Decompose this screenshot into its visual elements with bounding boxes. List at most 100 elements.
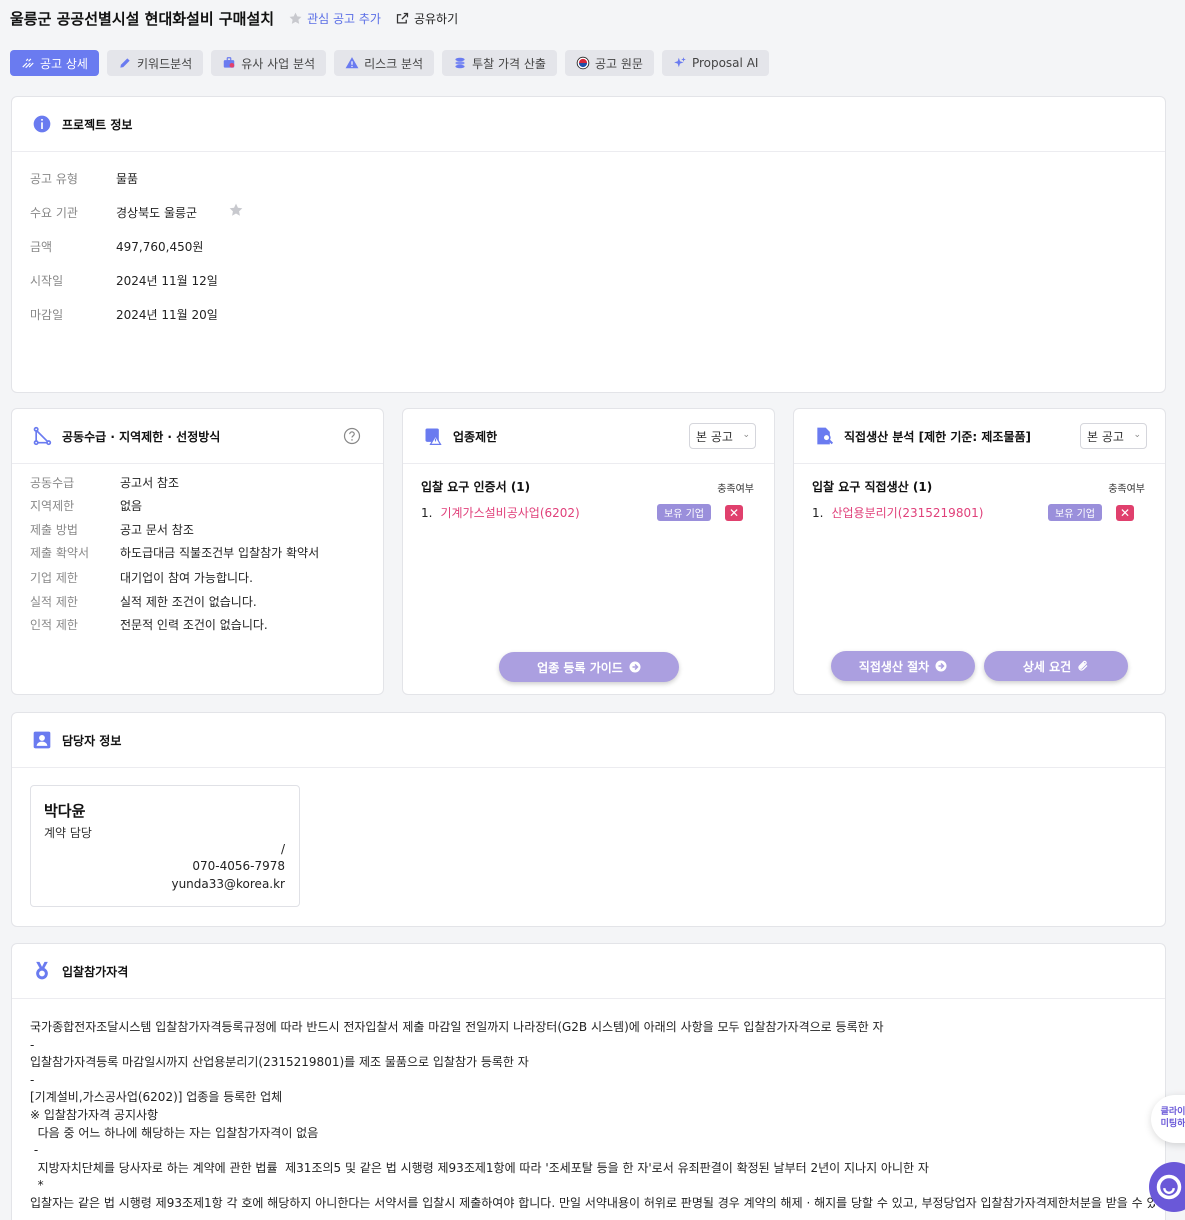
list-item[interactable]: 1. 기계가스설비공사업(6202) <box>421 504 580 521</box>
card-title: 입찰참가자격 <box>62 964 129 979</box>
row-key: 시작일 <box>30 274 64 288</box>
tab-label: Proposal AI <box>691 56 759 70</box>
coins-icon <box>455 57 465 69</box>
card-title: 직접생산 분석 [제한 기준: 제조물품] <box>844 429 1032 444</box>
tab-proposal-ai[interactable]: Proposal AI <box>661 50 770 76</box>
card-title: 담당자 정보 <box>62 733 122 748</box>
briefcase-icon <box>223 57 235 68</box>
arrow-right-circle-icon <box>629 661 641 673</box>
text-line: - <box>30 1037 35 1052</box>
status-badge: 보유 기업 <box>1048 504 1102 521</box>
text-line: 입찰참가자격등록 마감일시까지 산업용분리기(2315219801)를 제조 물… <box>30 1055 529 1070</box>
row-value: 2024년 11월 12일 <box>116 274 218 288</box>
row-value: 실적 제한 조건이 없습니다. <box>120 595 257 609</box>
card-header: 업종제한 본 공고 ⌄ <box>403 409 774 464</box>
detail-requirements-button[interactable]: 상세 요건 <box>984 651 1128 681</box>
direct-production-card: 직접생산 분석 [제한 기준: 제조물품] 본 공고 ⌄ 입찰 요구 직접생산 … <box>793 408 1166 695</box>
close-icon[interactable]: ✕ <box>725 505 743 521</box>
tab-label: 키워드분석 <box>136 56 193 71</box>
row-value: 없음 <box>120 499 143 513</box>
doc-search-icon <box>817 427 834 445</box>
row-key: 제출 확약서 <box>30 546 90 560</box>
star-icon[interactable] <box>228 202 244 218</box>
tab-risk[interactable]: 리스크 분석 <box>334 50 435 76</box>
text-line: 다음 중 어느 하나에 해당하는 자는 입찰참가자격이 없음 <box>30 1125 319 1140</box>
tab-label: 공고 상세 <box>40 56 88 71</box>
korea-flag-icon <box>576 56 590 70</box>
sparkle-icon <box>674 57 686 68</box>
favorite-label: 관심 공고 추가 <box>307 11 381 26</box>
card-header: 담당자 정보 <box>12 713 1165 768</box>
item-name[interactable]: 산업용분리기(2315219801) <box>831 506 983 520</box>
text-line: 지방자치단체를 당사자로 하는 계약에 관한 법률 제31조의5 및 같은 법 … <box>30 1160 929 1175</box>
joint-rows: 공동수급 공고서 참조 지역제한 없음 제출 방법 공고 문서 참조 제출 확약… <box>30 409 380 694</box>
tab-bar: 공고 상세 키워드분석 유사 사업 분석 리스크 분석 투찰 가격 산출 공고 … <box>10 50 770 76</box>
button-label: 업종 등록 가이드 <box>537 660 623 675</box>
row-key: 공동수급 <box>30 476 75 490</box>
contact-sep: / <box>280 842 285 856</box>
text-line: 입찰자는 같은 법 시행령 제93조제1항 각 호에 해당하지 아니한다는 서약… <box>30 1195 1155 1210</box>
row-key: 기업 제한 <box>30 571 78 585</box>
contact-name: 박다윤 <box>44 802 86 820</box>
meeting-label: 클라이 <box>1160 1107 1185 1117</box>
arrow-right-circle-icon <box>935 660 947 672</box>
share-button[interactable]: 공유하기 <box>395 10 458 27</box>
row-value: 497,760,450원 <box>116 240 204 254</box>
page-title: 울릉군 공공선별시설 현대화설비 구매설치 <box>10 9 275 28</box>
row-value: 공고서 참조 <box>120 476 180 490</box>
status-badge: 보유 기업 <box>657 504 711 521</box>
card-title: 업종제한 <box>453 429 498 444</box>
notice-select[interactable]: 본 공고 ⌄ <box>689 423 756 449</box>
tab-bid-price[interactable]: 투찰 가격 산출 <box>442 50 557 76</box>
text-line: 국가종합전자조달시스템 입찰참가자격등록규정에 따라 반드시 전자입찰서 제출 … <box>30 1020 884 1034</box>
share-label: 공유하기 <box>413 11 459 26</box>
project-info-card: 프로젝트 정보 공고 유형 물품 수요 기관 경상북도 울릉군 금액 497,7… <box>11 96 1166 393</box>
project-rows: 공고 유형 물품 수요 기관 경상북도 울릉군 금액 497,760,450원 … <box>30 97 630 392</box>
row-key: 금액 <box>30 240 53 254</box>
row-value: 하도급대금 직불조건부 입찰참가 확약서 <box>120 546 320 560</box>
row-key: 제출 방법 <box>30 523 78 537</box>
chevron-down-icon: ⌄ <box>742 430 750 440</box>
industry-restriction-card: 업종제한 본 공고 ⌄ 입찰 요구 인증서 (1) 충족여부 1. 기계가스설비공… <box>402 408 775 695</box>
text-line: - <box>30 1143 39 1158</box>
req-heading: 입찰 요구 직접생산 (1) <box>812 480 933 494</box>
qualification-card: 입찰참가자격 국가종합전자조달시스템 입찰참가자격등록규정에 따라 반드시 전자… <box>11 943 1166 1220</box>
industry-guide-button[interactable]: 업종 등록 가이드 <box>499 652 679 682</box>
tab-label: 유사 사업 분석 <box>241 56 316 71</box>
tab-detail[interactable]: 공고 상세 <box>10 50 99 76</box>
warning-icon <box>345 57 359 69</box>
select-value: 본 공고 <box>696 429 733 444</box>
row-value: 물품 <box>116 172 139 186</box>
row-key: 인적 제한 <box>30 618 78 632</box>
text-line: * <box>30 1178 44 1193</box>
notice-select[interactable]: 본 공고 ⌄ <box>1080 423 1147 449</box>
close-icon[interactable]: ✕ <box>1116 505 1134 521</box>
tab-label: 리스크 분석 <box>364 56 424 71</box>
button-label: 상세 요건 <box>1022 659 1072 674</box>
procedure-button[interactable]: 직접생산 절차 <box>831 651 975 681</box>
contact-phone[interactable]: 070-4056-7978 <box>192 859 285 873</box>
row-value: 전문적 인력 조건이 없습니다. <box>120 618 268 632</box>
text-line: - <box>30 1072 35 1087</box>
paperclip-icon <box>1078 660 1088 671</box>
row-value: 공고 문서 참조 <box>120 523 194 537</box>
contact-email[interactable]: yunda33@korea.kr <box>171 877 285 891</box>
row-key: 공고 유형 <box>30 172 78 186</box>
tab-original[interactable]: 공고 원문 <box>564 50 654 76</box>
row-value: 경상북도 울릉군 <box>116 206 198 220</box>
tab-keyword[interactable]: 키워드분석 <box>106 50 204 76</box>
row-key: 수요 기관 <box>30 206 78 220</box>
tab-label: 공고 원문 <box>594 56 643 71</box>
card-header: 직접생산 분석 [제한 기준: 제조물품] 본 공고 ⌄ <box>794 409 1165 464</box>
item-name[interactable]: 기계가스설비공사업(6202) <box>440 506 579 520</box>
status-label: 충족여부 <box>717 484 754 495</box>
row-value: 대기업이 참여 가능합니다. <box>120 571 253 585</box>
contact-info-card: 담당자 정보 박다윤 계약 담당 / 070-4056-7978 yunda33… <box>11 712 1166 927</box>
req-heading: 입찰 요구 인증서 (1) <box>421 480 531 494</box>
tab-similar[interactable]: 유사 사업 분석 <box>211 50 327 76</box>
contact-box: 박다윤 계약 담당 / 070-4056-7978 yunda33@korea.… <box>30 785 300 907</box>
favorite-button[interactable]: 관심 공고 추가 <box>288 10 381 27</box>
card-header: 입찰참가자격 <box>12 944 1165 999</box>
list-item[interactable]: 1. 산업용분리기(2315219801) <box>812 504 983 521</box>
row-value: 2024년 11월 20일 <box>116 308 218 322</box>
